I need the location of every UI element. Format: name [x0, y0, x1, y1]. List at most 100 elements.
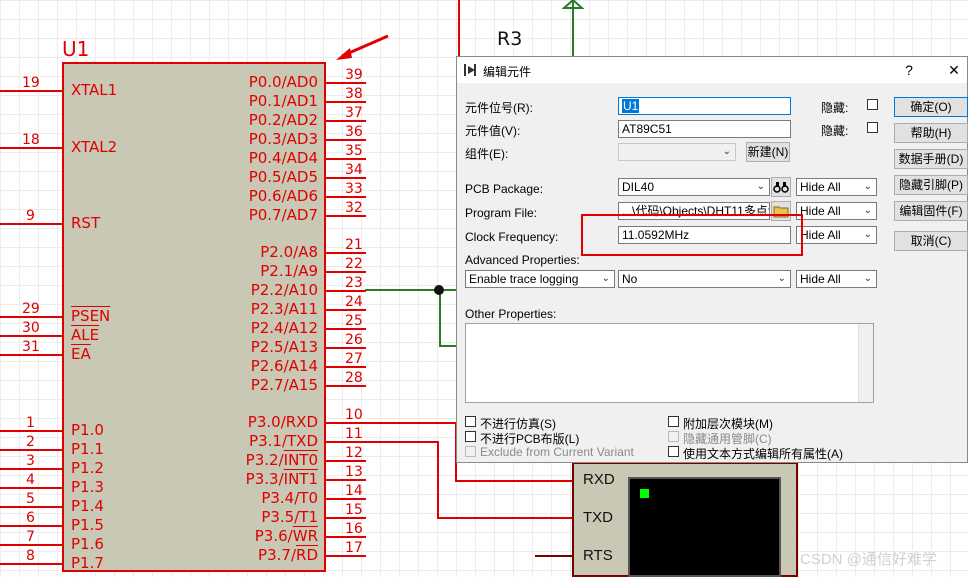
pin-name: P0.2/AD2	[249, 111, 318, 129]
advanced-properties-label: Advanced Properties:	[465, 253, 580, 267]
no-pcb-checkbox[interactable]	[465, 431, 476, 442]
pin-name: P3.0/RXD	[248, 413, 318, 431]
element-select: ⌄	[618, 143, 736, 161]
scrollbar[interactable]	[858, 324, 873, 402]
hide-part-value-checkbox[interactable]	[867, 122, 878, 133]
edit-firmware-button[interactable]: 编辑固件(F)	[894, 201, 968, 221]
resistor-arrow-symbol	[562, 0, 584, 9]
pin-name: P0.7/AD7	[249, 206, 318, 224]
pin-number: 16	[345, 521, 363, 537]
help-button[interactable]: 帮助(H)	[894, 123, 968, 143]
pin-number: 28	[345, 370, 363, 386]
pin-name: P1.2	[71, 459, 104, 477]
chevron-down-icon: ⌄	[722, 146, 731, 157]
pin-name-text: P2.1/A9	[260, 262, 318, 280]
dialog-title: 编辑元件	[483, 65, 532, 79]
pin-name: XTAL1	[71, 81, 118, 99]
advanced-value-select[interactable]: No ⌄	[618, 270, 791, 288]
hidden-pins-button[interactable]: 隐藏引脚(P)	[894, 175, 968, 195]
pin-name-text: P2.6/A14	[250, 357, 318, 375]
pin-number: 22	[345, 256, 363, 272]
pin-number: 8	[26, 548, 35, 564]
pin-name-text: P3.5/T1	[261, 508, 318, 526]
wire	[365, 422, 457, 424]
pin-number: 30	[22, 320, 40, 336]
pin-number: 35	[345, 143, 363, 159]
help-icon[interactable]: ?	[895, 60, 923, 80]
junction-dot	[434, 285, 444, 295]
part-value-label: 元件值(V):	[465, 124, 521, 138]
pin-name: P1.3	[71, 478, 104, 496]
pin-name-text: P2.2/A10	[250, 281, 318, 299]
wire	[439, 345, 457, 347]
part-ref-value: U1	[622, 99, 640, 113]
pin-number: 24	[345, 294, 363, 310]
pin-name: XTAL2	[71, 138, 118, 156]
pin-name: P2.7/A15	[251, 376, 318, 394]
wire	[458, 0, 460, 56]
pin-name-text: P2.0/A8	[260, 243, 318, 261]
chip-ref: U1	[62, 37, 90, 61]
pin-number: 34	[345, 162, 363, 178]
pin-number: 2	[26, 434, 35, 450]
pin-number: 23	[345, 275, 363, 291]
attach-hierarchy-checkbox[interactable]	[668, 416, 679, 427]
pin-name: P1.1	[71, 440, 104, 458]
part-ref-input[interactable]: U1	[618, 97, 791, 115]
advanced-hide-select[interactable]: Hide All ⌄	[796, 270, 877, 288]
component-icon	[464, 64, 476, 76]
pin-name-text: P3.2/	[245, 451, 284, 469]
no-simulate-checkbox[interactable]	[465, 416, 476, 427]
program-file-hide-select[interactable]: Hide All ⌄	[796, 202, 877, 220]
pin-name: EA	[71, 345, 91, 363]
exclude-variant-checkbox	[465, 446, 476, 457]
clock-hide-select[interactable]: Hide All ⌄	[796, 226, 877, 244]
pin-name: P0.0/AD0	[249, 73, 318, 91]
pcb-package-select[interactable]: DIL40 ⌄	[618, 178, 770, 196]
pin-name: P2.5/A13	[251, 338, 318, 356]
pin-name-text: P0.2/AD2	[248, 111, 318, 129]
pin-name: P2.3/A11	[251, 300, 318, 318]
pin-number: 13	[345, 464, 363, 480]
part-value-input[interactable]: AT89C51	[618, 120, 791, 138]
pcb-hide-select[interactable]: Hide All ⌄	[796, 178, 877, 196]
other-properties-textarea[interactable]	[465, 323, 874, 403]
pin-name-overline: INT1	[283, 470, 318, 488]
advanced-property-select[interactable]: Enable trace logging ⌄	[465, 270, 615, 288]
hidden-label: 隐藏:	[821, 124, 849, 138]
edit-component-dialog: 编辑元件 ? ✕ 元件位号(R): U1 隐藏: 元件值(V): AT89C51…	[456, 56, 968, 463]
wire	[535, 555, 573, 557]
clock-frequency-label: Clock Frequency:	[465, 230, 559, 244]
pcb-package-label: PCB Package:	[465, 182, 544, 196]
edit-as-text-checkbox[interactable]	[668, 446, 679, 457]
terminal-pin-txd: TXD	[583, 509, 613, 526]
pin-name-text: P3.3/	[245, 470, 284, 488]
chevron-down-icon: ⌄	[777, 273, 786, 284]
pin-number: 38	[345, 86, 363, 102]
pin-name: P3.2/INT0	[246, 451, 318, 469]
new-button[interactable]: 新建(N)	[746, 142, 790, 162]
program-file-label: Program File:	[465, 206, 538, 220]
pin-name-text: P0.6/AD6	[248, 187, 318, 205]
hide-part-ref-checkbox[interactable]	[867, 99, 878, 110]
pin-name: P2.0/A8	[260, 243, 318, 261]
element-label: 组件(E):	[465, 147, 509, 161]
binoculars-button[interactable]	[771, 177, 791, 197]
cancel-button[interactable]: 取消(C)	[894, 231, 968, 251]
wire	[437, 517, 573, 519]
dialog-titlebar[interactable]: 编辑元件 ? ✕	[457, 57, 967, 83]
pin-number: 29	[22, 301, 40, 317]
datasheet-button[interactable]: 数据手册(D)	[894, 149, 968, 169]
pin-name: P0.5/AD5	[249, 168, 318, 186]
pin-number: 33	[345, 181, 363, 197]
pin-number: 36	[345, 124, 363, 140]
ok-button[interactable]: 确定(O)	[894, 97, 968, 117]
close-icon[interactable]: ✕	[940, 60, 968, 80]
pin-name: P3.1/TXD	[249, 432, 318, 450]
pin-name: P1.6	[71, 535, 104, 553]
pin-number: 15	[345, 502, 363, 518]
wire	[455, 480, 573, 482]
pin-number: 9	[26, 208, 35, 224]
pin-name-text: P2.4/A12	[250, 319, 318, 337]
part-ref-label: 元件位号(R):	[465, 101, 533, 115]
